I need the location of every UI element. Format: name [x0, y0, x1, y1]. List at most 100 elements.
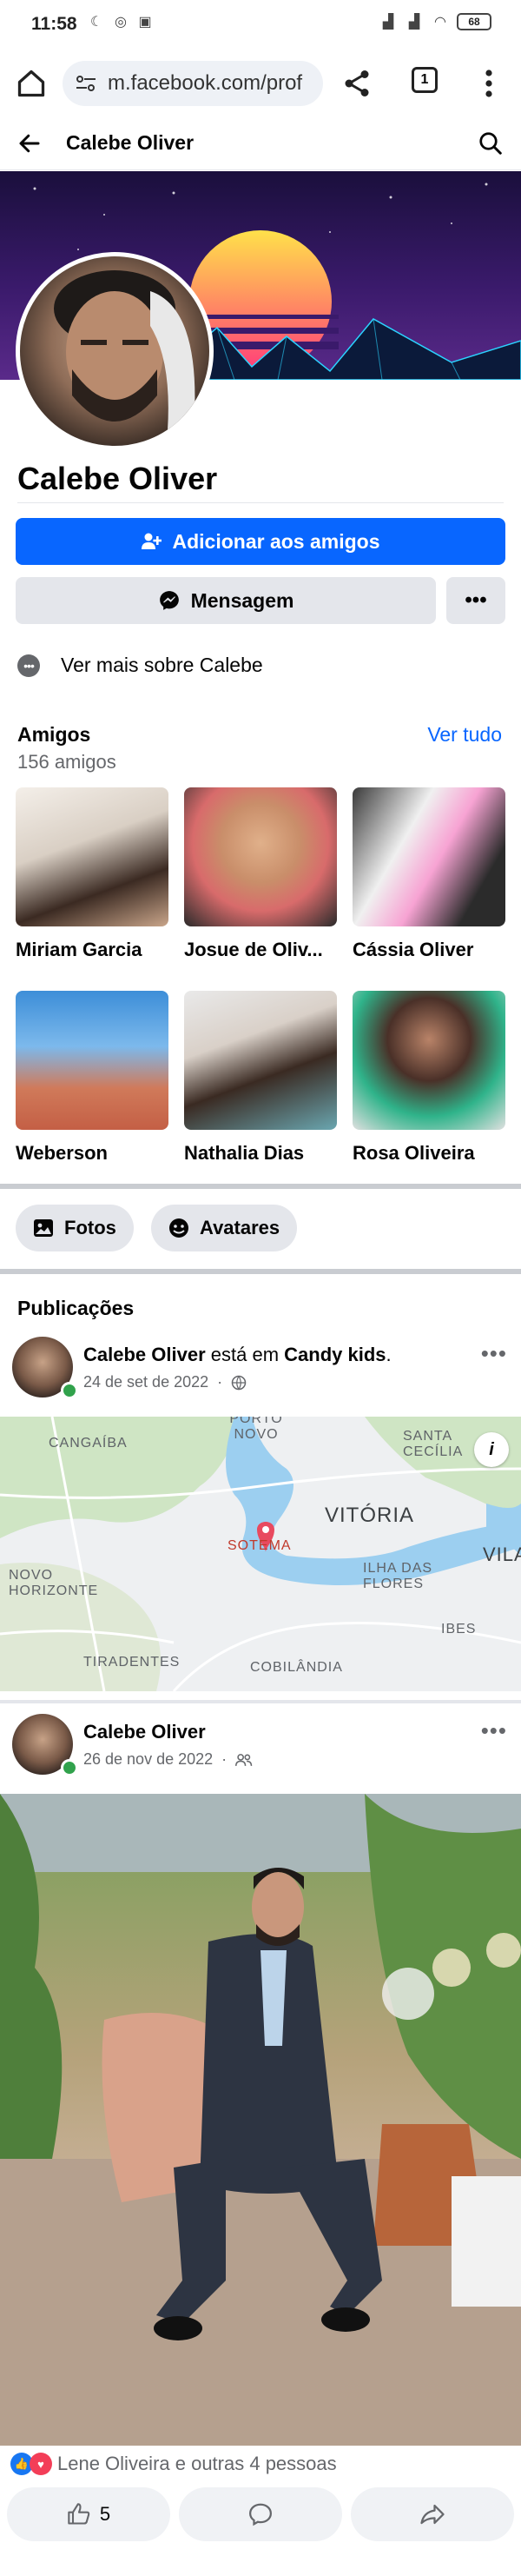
post-header: Calebe Oliver 26 de nov de 2022 · ••• — [0, 1714, 521, 1783]
friend-card[interactable]: Josue de Oliv... — [184, 787, 337, 961]
avatars-label: Avatares — [200, 1217, 280, 1238]
map-label: TIRADENTES — [83, 1655, 181, 1670]
map-label: NOVO HORIZONTE — [9, 1568, 99, 1598]
wifi-icon: ◠ — [434, 15, 446, 30]
signal-icon-2: ▟ — [408, 15, 420, 30]
menu-icon[interactable] — [476, 68, 502, 99]
status-time: 11:58 — [31, 14, 77, 34]
post-header: Calebe Oliver está em Candy kids. 24 de … — [0, 1337, 521, 1406]
battery-icon: 68 — [457, 13, 491, 30]
friend-name: Nathalia Dias — [184, 1142, 305, 1164]
reactions-text: Lene Oliveira e outras 4 pessoas — [57, 2453, 337, 2474]
instagram-icon: ◎ — [115, 15, 127, 30]
comment-button[interactable] — [179, 2487, 342, 2541]
avatar-icon — [169, 1218, 188, 1238]
location-map[interactable]: CANGAÍBA PORTO NOVO SANTA CECÍLIA VITÓRI… — [0, 1417, 521, 1691]
friends-audience-icon — [235, 1753, 253, 1766]
map-label: CANGAÍBA — [49, 1436, 128, 1451]
site-settings-icon[interactable] — [75, 74, 97, 93]
like-button[interactable]: 5 — [7, 2487, 170, 2541]
profile-name: Calebe Oliver — [17, 461, 218, 496]
reactions-summary[interactable]: 👍 ♥ Lene Oliveira e outras 4 pessoas — [10, 2453, 337, 2475]
share-button[interactable] — [351, 2487, 514, 2541]
more-dots-icon: ••• — [17, 654, 40, 677]
add-friend-icon — [142, 533, 162, 549]
more-options-button[interactable]: ••• — [446, 577, 505, 624]
see-more-about[interactable]: ••• Ver mais sobre Calebe — [17, 654, 263, 677]
post-options-icon[interactable]: ••• — [481, 1717, 507, 1744]
message-label: Mensagem — [190, 588, 294, 612]
messenger-icon — [159, 591, 179, 610]
friend-photo — [16, 787, 168, 926]
online-status-dot — [61, 1382, 78, 1399]
map-label: VITÓRIA — [325, 1504, 415, 1527]
friend-name: Cássia Oliver — [353, 939, 474, 960]
signal-icon: ▟ — [382, 15, 394, 30]
page-header: Calebe Oliver — [0, 116, 521, 170]
share-arrow-icon — [420, 2504, 445, 2525]
friend-photo — [353, 991, 505, 1130]
post-place[interactable]: Candy kids — [284, 1344, 386, 1365]
image-icon: ▣ — [138, 15, 152, 30]
post-author[interactable]: Calebe Oliver — [83, 1721, 206, 1743]
photos-label: Fotos — [64, 1217, 116, 1238]
love-reaction-icon: ♥ — [30, 2453, 52, 2475]
friends-title: Amigos — [17, 723, 91, 746]
section-divider — [0, 1269, 521, 1274]
map-label: PORTO NOVO — [229, 1417, 283, 1442]
post-title: Calebe Oliver está em Candy kids. — [83, 1344, 392, 1365]
map-info-icon[interactable]: i — [474, 1432, 509, 1467]
publications-title: Publicações — [17, 1297, 135, 1319]
photos-icon — [34, 1219, 53, 1237]
friend-card[interactable]: Nathalia Dias — [184, 991, 337, 1165]
page-title: Calebe Oliver — [66, 131, 195, 154]
post-photo[interactable] — [0, 1794, 521, 2446]
friend-photo — [184, 787, 337, 926]
moon-icon: ☾ — [89, 15, 103, 30]
status-bar: 11:58 ☾ ◎ ▣ ▟ ▟ ◠ 68 — [0, 0, 521, 50]
like-count: 5 — [99, 2503, 111, 2525]
post-options-icon[interactable]: ••• — [481, 1340, 507, 1367]
friend-card[interactable]: Miriam Garcia — [16, 787, 168, 961]
friend-card[interactable]: Cássia Oliver — [353, 787, 505, 961]
address-bar[interactable]: m.facebook.com/prof — [63, 61, 323, 106]
map-label: VILA — [483, 1544, 521, 1565]
friend-card[interactable]: Rosa Oliveira — [353, 991, 505, 1165]
friends-count: 156 amigos — [17, 751, 116, 773]
post-title: Calebe Oliver — [83, 1721, 206, 1743]
friend-name: Miriam Garcia — [16, 939, 142, 960]
url-text: m.facebook.com/prof — [108, 71, 303, 95]
see-more-label: Ver mais sobre Calebe — [61, 654, 263, 676]
map-label: SANTA CECÍLIA — [403, 1429, 464, 1459]
post-author[interactable]: Calebe Oliver — [83, 1344, 206, 1365]
friend-name: Weberson — [16, 1142, 108, 1164]
section-divider — [0, 1184, 521, 1189]
post-date[interactable]: 26 de nov de 2022 — [83, 1750, 213, 1769]
friend-photo — [16, 991, 168, 1130]
map-label: ILHA DAS FLORES — [363, 1561, 433, 1591]
add-friend-button[interactable]: Adicionar aos amigos — [16, 518, 505, 565]
see-all-friends-link[interactable]: Ver tudo — [427, 723, 502, 747]
globe-icon — [231, 1375, 247, 1391]
wedding-photo — [0, 1794, 521, 2446]
photos-tab[interactable]: Fotos — [16, 1205, 134, 1251]
tabs-button[interactable]: 1 — [412, 67, 438, 93]
search-icon[interactable] — [478, 130, 504, 156]
post-meta: 26 de nov de 2022 · — [83, 1750, 253, 1769]
post-meta: 24 de set de 2022 · — [83, 1373, 247, 1391]
home-icon[interactable] — [16, 68, 47, 99]
post-date[interactable]: 24 de set de 2022 — [83, 1373, 208, 1391]
friend-card[interactable]: Weberson — [16, 991, 168, 1165]
map-label: COBILÂNDIA — [250, 1660, 343, 1675]
map-label: SOTEMA — [228, 1538, 292, 1553]
friend-photo — [353, 787, 505, 926]
share-icon[interactable] — [341, 68, 373, 99]
avatars-tab[interactable]: Avatares — [151, 1205, 298, 1251]
add-friend-label: Adicionar aos amigos — [172, 529, 380, 553]
profile-avatar[interactable] — [16, 252, 214, 450]
message-button[interactable]: Mensagem — [16, 577, 436, 624]
online-status-dot — [61, 1759, 78, 1776]
friend-name: Rosa Oliveira — [353, 1142, 475, 1164]
back-arrow-icon[interactable] — [16, 130, 43, 156]
map-label: IBES — [441, 1622, 477, 1637]
